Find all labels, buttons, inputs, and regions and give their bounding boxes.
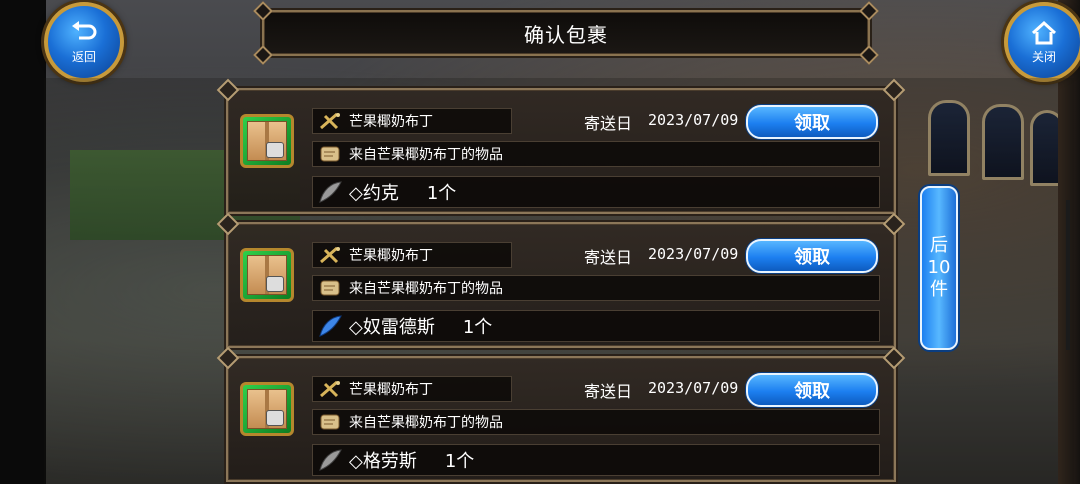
return-arrow-icon [72, 20, 97, 39]
scroll-letter-icon [317, 277, 343, 299]
home-icon [1031, 20, 1057, 44]
grey-feather-icon [317, 449, 343, 471]
close-label: 关闭 [1031, 49, 1056, 64]
close-button[interactable]: 关闭 [1004, 2, 1080, 82]
claim-button[interactable]: 领取 [746, 239, 878, 273]
item-row: ◇奴雷德斯 1个 [312, 310, 880, 342]
sender-name: 芒果椰奶布丁 [349, 248, 433, 264]
description-row: 来自芒果椰奶布丁的物品 [312, 409, 880, 435]
page-title: 确认包裹 [524, 22, 608, 47]
item-quantity: 1个 [462, 317, 493, 338]
parcel-description: 来自芒果椰奶布丁的物品 [349, 147, 503, 163]
date-label: 寄送日 [584, 114, 633, 133]
parcel-box-icon [240, 382, 294, 436]
sender-row: 芒果椰奶布丁 [312, 108, 512, 134]
item-row: ◇约克 1个 [312, 176, 880, 208]
corner-ornament [859, 45, 879, 65]
send-date: 2023/07/09 [648, 379, 739, 397]
item-name: ◇奴雷德斯 [349, 317, 435, 338]
sender-emblem-icon [317, 378, 343, 400]
item-quantity: 1个 [426, 183, 457, 204]
next-page-count: 10 [927, 257, 951, 278]
item-row: ◇格劳斯 1个 [312, 444, 880, 476]
scrollbar[interactable] [1066, 200, 1070, 350]
send-date: 2023/07/09 [648, 111, 739, 129]
date-label: 寄送日 [584, 248, 633, 267]
scroll-letter-icon [317, 411, 343, 433]
claim-button[interactable]: 领取 [746, 105, 878, 139]
sender-row: 芒果椰奶布丁 [312, 242, 512, 268]
sender-row: 芒果椰奶布丁 [312, 376, 512, 402]
corner-ornament [859, 1, 879, 21]
date-label: 寄送日 [584, 382, 633, 401]
send-date: 2023/07/09 [648, 245, 739, 263]
parcel-description: 来自芒果椰奶布丁的物品 [349, 415, 503, 431]
next-page-label-2: 件 [930, 279, 948, 300]
screen-edge-left [0, 0, 46, 484]
parcel-box-icon [240, 248, 294, 302]
sender-emblem-icon [317, 244, 343, 266]
sender-name: 芒果椰奶布丁 [349, 382, 433, 398]
grey-feather-icon [317, 181, 343, 203]
next-page-button[interactable]: 后 10 件 [920, 186, 958, 350]
parcel-item: 芒果椰奶布丁 寄送日 2023/07/09 领取 来自芒果椰奶布丁的物品 ◇约克… [216, 78, 906, 214]
next-page-label-1: 后 [930, 235, 948, 256]
corner-ornament [253, 1, 273, 21]
claim-button[interactable]: 领取 [746, 373, 878, 407]
sender-emblem-icon [317, 110, 343, 132]
title-bar: 确认包裹 [253, 1, 879, 65]
parcel-box-icon [240, 114, 294, 168]
item-quantity: 1个 [444, 451, 475, 472]
parcel-item: 芒果椰奶布丁 寄送日 2023/07/09 领取 来自芒果椰奶布丁的物品 ◇奴雷… [216, 212, 906, 348]
scroll-letter-icon [317, 143, 343, 165]
back-button[interactable]: 返回 [44, 2, 124, 82]
item-name: ◇约克 [349, 183, 399, 204]
description-row: 来自芒果椰奶布丁的物品 [312, 141, 880, 167]
sender-name: 芒果椰奶布丁 [349, 114, 433, 130]
blue-feather-icon [317, 315, 343, 337]
parcel-description: 来自芒果椰奶布丁的物品 [349, 281, 503, 297]
parcel-item: 芒果椰奶布丁 寄送日 2023/07/09 领取 来自芒果椰奶布丁的物品 ◇格劳… [216, 346, 906, 482]
back-label: 返回 [71, 49, 96, 64]
corner-ornament [253, 45, 273, 65]
description-row: 来自芒果椰奶布丁的物品 [312, 275, 880, 301]
item-name: ◇格劳斯 [349, 451, 417, 472]
